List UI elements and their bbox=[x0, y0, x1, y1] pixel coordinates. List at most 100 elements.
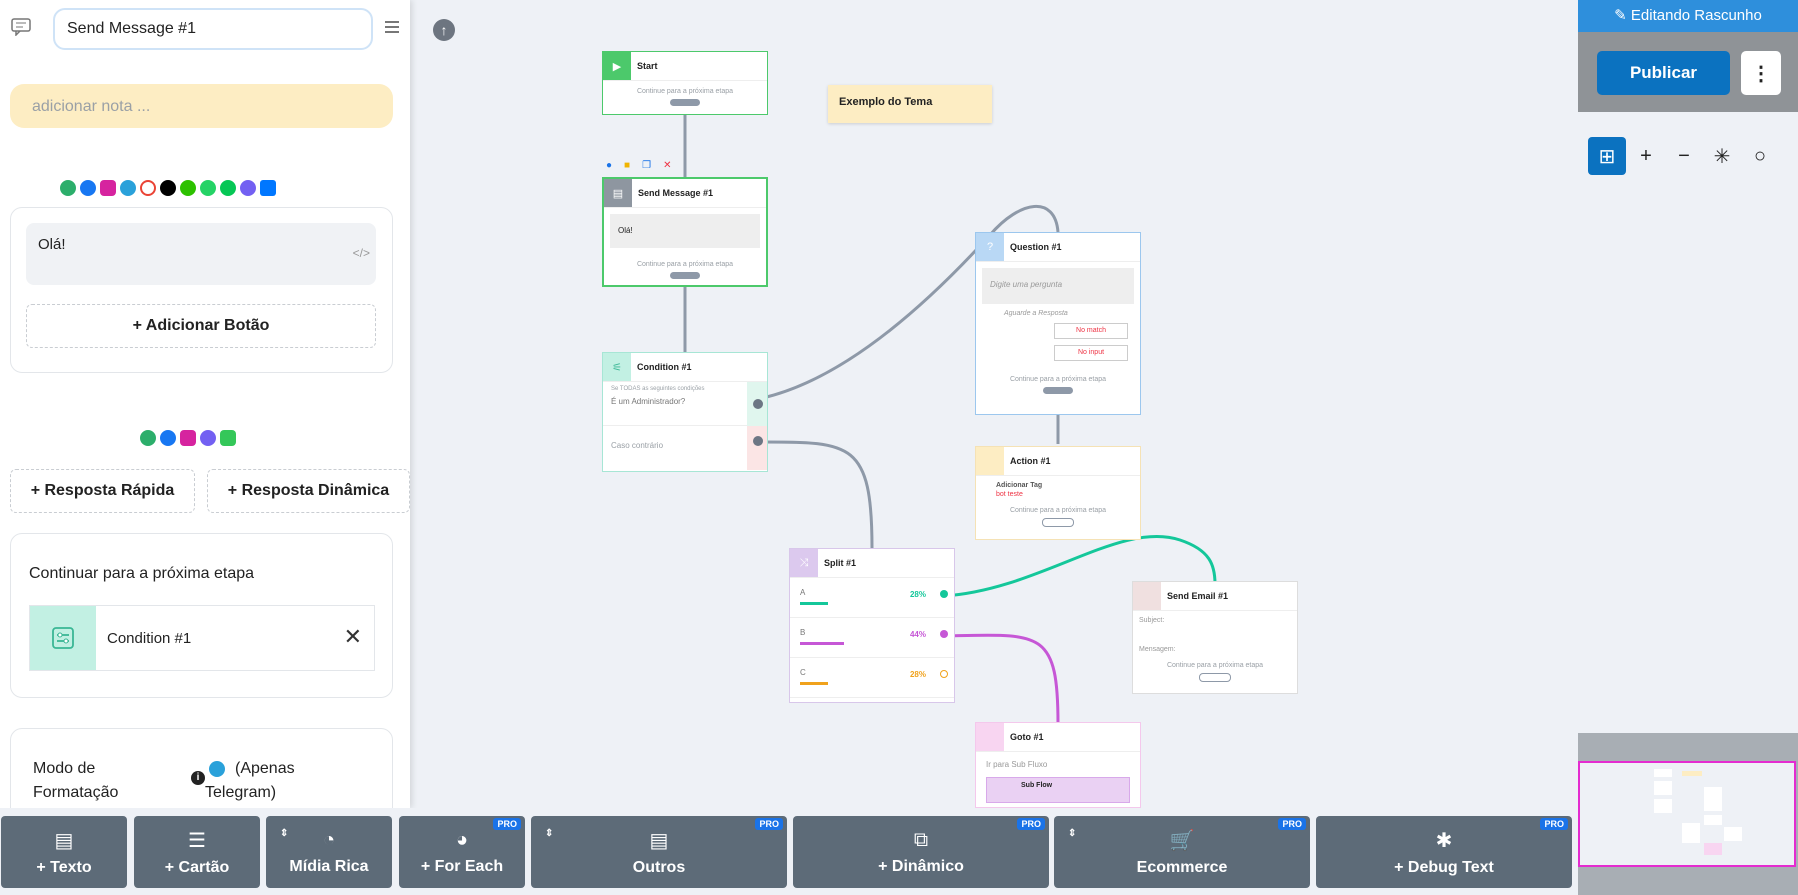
pro-badge: PRO bbox=[493, 818, 521, 830]
add-folder-icon[interactable]: ⊞ bbox=[1588, 137, 1626, 175]
sort-icon: ⇕ bbox=[280, 828, 289, 839]
minimap-viewport[interactable] bbox=[1578, 761, 1796, 867]
add-text-button[interactable]: ▤ + Texto bbox=[1, 816, 127, 888]
action-name: Adicionar Tag bbox=[996, 482, 1043, 489]
toolbar-label: Ecommerce bbox=[1136, 858, 1228, 876]
for-each-button[interactable]: PRO ◕ + For Each bbox=[399, 816, 525, 888]
rich-media-button[interactable]: ⇕ ◔ Mídia Rica bbox=[266, 816, 392, 888]
node-title: Action #1 bbox=[1010, 456, 1051, 466]
email-message-label: Mensagem: bbox=[1139, 646, 1176, 653]
question-placeholder: Digite uma pergunta bbox=[990, 280, 1063, 289]
external-link-icon: ⧉ bbox=[913, 828, 929, 851]
editing-label: Editando Rascunho bbox=[1630, 7, 1762, 24]
continue-text: Continue para a próxima etapa bbox=[636, 88, 734, 95]
toolbar-label: + Debug Text bbox=[1394, 858, 1494, 876]
others-button[interactable]: ⇕ PRO ▤ Outros bbox=[531, 816, 787, 888]
continue-text: Continue para a próxima etapa bbox=[1009, 376, 1107, 383]
split-branch-bar bbox=[800, 602, 828, 605]
toolbar-label: + Texto bbox=[36, 858, 92, 876]
fit-view-icon[interactable]: ✳ bbox=[1703, 137, 1741, 175]
split-branch-bar bbox=[800, 642, 844, 645]
minimap[interactable] bbox=[1578, 733, 1798, 895]
dynamic-button[interactable]: PRO ⧉ + Dinâmico bbox=[793, 816, 1049, 888]
bug-icon: ✱ bbox=[1435, 829, 1453, 852]
split-branch-port[interactable] bbox=[940, 670, 948, 678]
node-message-text: Olá! bbox=[618, 226, 633, 235]
more-options-icon[interactable]: ⋮ bbox=[1741, 51, 1781, 95]
split-branch-label: B bbox=[800, 628, 806, 637]
goto-subtitle: Ir para Sub Fluxo bbox=[986, 760, 1048, 769]
delete-icon[interactable]: ✕ bbox=[663, 160, 671, 172]
card-icon: ☰ bbox=[188, 829, 206, 852]
pro-badge: PRO bbox=[1540, 818, 1568, 830]
split-branch-row[interactable]: B 44% bbox=[790, 618, 954, 658]
duplicate-icon[interactable]: ❐ bbox=[642, 160, 651, 172]
copy-icon[interactable]: ■ bbox=[624, 160, 630, 172]
sticky-note-text: Exemplo do Tema bbox=[839, 96, 933, 108]
condition-rule-line1: Se TODAS as seguintes condições bbox=[611, 386, 705, 392]
sort-icon: ⇕ bbox=[545, 828, 554, 839]
ecommerce-button[interactable]: ⇕ PRO 🛒 Ecommerce bbox=[1054, 816, 1310, 888]
message-icon: ▤ bbox=[604, 179, 632, 207]
condition-node[interactable]: ⚟ Condition #1 Se TODAS as seguintes cond… bbox=[602, 352, 768, 472]
search-icon[interactable]: ○ bbox=[1741, 137, 1779, 175]
split-branch-port[interactable] bbox=[940, 590, 948, 598]
edit-icon: ✎ bbox=[1614, 7, 1631, 24]
node-title: Question #1 bbox=[1010, 242, 1062, 252]
connector-handle[interactable] bbox=[1199, 673, 1231, 682]
sort-icon: ⇕ bbox=[1068, 828, 1077, 839]
action-node[interactable]: Action #1 Adicionar Tag bot teste Contin… bbox=[975, 446, 1141, 540]
pro-badge: PRO bbox=[1278, 818, 1306, 830]
split-branch-label: C bbox=[800, 668, 806, 677]
tag-value: bot teste bbox=[996, 491, 1023, 498]
split-branch-row[interactable]: C 28% bbox=[790, 658, 954, 698]
publish-button[interactable]: Publicar bbox=[1597, 51, 1730, 95]
play-icon[interactable]: ● bbox=[606, 160, 612, 172]
start-node[interactable]: ▶ Start Continue para a próxima etapa bbox=[602, 51, 768, 115]
split-branch-label: A bbox=[800, 588, 806, 597]
connector-handle[interactable] bbox=[670, 99, 700, 106]
split-node[interactable]: ⤨ Split #1 A 28% B 44% C 28% bbox=[789, 548, 955, 703]
node-title: Start bbox=[637, 61, 658, 71]
question-node[interactable]: ? Question #1 Digite uma pergunta Aguarde… bbox=[975, 232, 1141, 415]
toolbar-label: + For Each bbox=[420, 857, 504, 875]
goto-node[interactable]: Goto #1 Ir para Sub Fluxo Sub Flow bbox=[975, 722, 1141, 808]
node-title: Condition #1 bbox=[637, 362, 692, 372]
condition-icon: ⚟ bbox=[603, 353, 631, 381]
debug-text-button[interactable]: PRO ✱ + Debug Text bbox=[1316, 816, 1572, 888]
pro-badge: PRO bbox=[1017, 818, 1045, 830]
node-actions: ● ■ ❐ ✕ bbox=[606, 160, 690, 172]
toolbar-label: Mídia Rica bbox=[289, 857, 369, 875]
else-port[interactable] bbox=[753, 436, 763, 446]
connector-handle[interactable] bbox=[1042, 518, 1074, 527]
node-title: Goto #1 bbox=[1010, 732, 1044, 742]
zoom-in-icon[interactable]: + bbox=[1627, 137, 1665, 175]
list-icon: ▤ bbox=[649, 829, 669, 852]
flow-connectors bbox=[683, 110, 1217, 725]
no-input-label: No input bbox=[1077, 349, 1105, 356]
connector-handle[interactable] bbox=[670, 272, 700, 279]
split-branch-row[interactable]: A 28% bbox=[790, 578, 954, 618]
toolbar-label: Outros bbox=[632, 858, 686, 876]
add-card-button[interactable]: ☰ + Cartão bbox=[134, 816, 260, 888]
pie-icon: ◕ bbox=[455, 828, 469, 851]
node-title: Send Message #1 bbox=[638, 188, 714, 198]
send-message-node[interactable]: ▤ Send Message #1 Olá! Continue para a pr… bbox=[602, 177, 768, 287]
sticky-note[interactable]: Exemplo do Tema bbox=[828, 85, 992, 123]
toolbar-label: + Cartão bbox=[164, 858, 230, 876]
node-title: Split #1 bbox=[824, 558, 857, 568]
connector-handle[interactable] bbox=[1043, 387, 1073, 394]
condition-rule-line2: É um Administrador? bbox=[611, 397, 686, 406]
chart-icon: ◔ bbox=[322, 828, 336, 851]
continue-text: Continue para a próxima etapa bbox=[1009, 507, 1107, 514]
cart-icon: 🛒 bbox=[1169, 829, 1195, 852]
split-branch-port[interactable] bbox=[940, 630, 948, 638]
no-match-label: No match bbox=[1076, 327, 1106, 334]
condition-else-text: Caso contrário bbox=[611, 441, 664, 450]
send-email-node[interactable]: Send Email #1 Subject: Mensagem: Continu… bbox=[1132, 581, 1298, 694]
true-port[interactable] bbox=[753, 399, 763, 409]
shuffle-icon: ⤨ bbox=[790, 549, 818, 577]
continue-text: Continue para a próxima etapa bbox=[1166, 662, 1264, 669]
zoom-out-icon[interactable]: − bbox=[1665, 137, 1703, 175]
play-icon: ▶ bbox=[603, 52, 631, 80]
